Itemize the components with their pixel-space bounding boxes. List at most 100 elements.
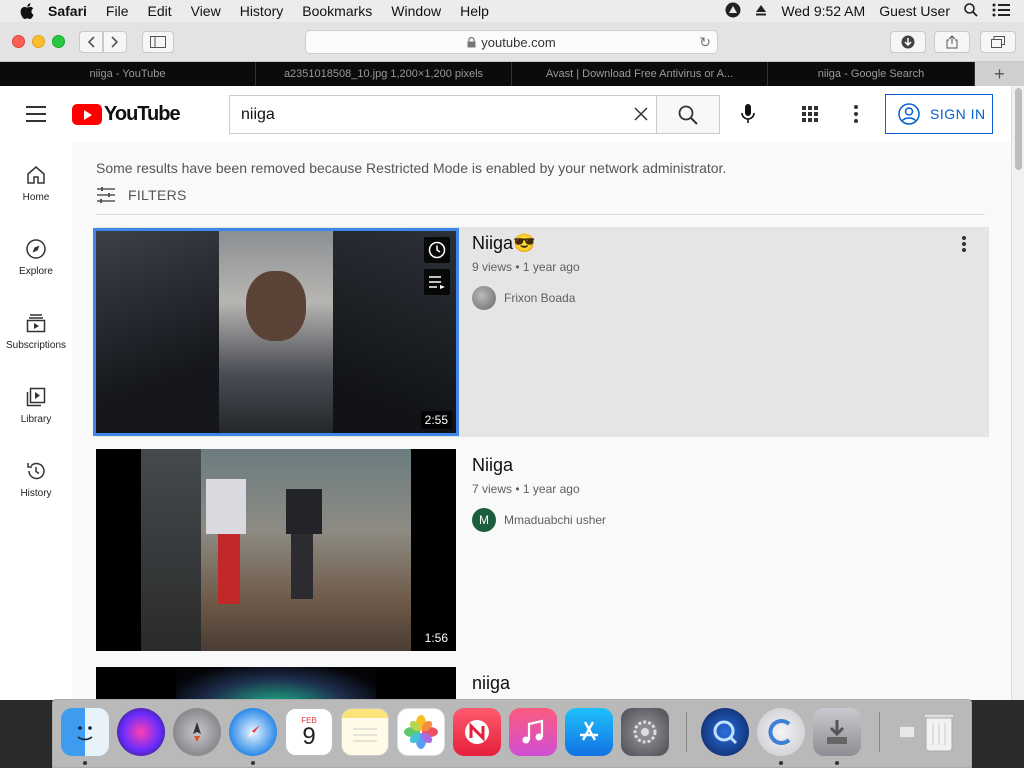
video-thumbnail[interactable]: 1:56: [96, 449, 456, 651]
lock-icon: [467, 36, 476, 47]
sign-in-label: SIGN IN: [930, 106, 986, 122]
channel-name[interactable]: Frixon Boada: [504, 291, 575, 305]
apple-icon[interactable]: [20, 3, 34, 19]
video-info: Niiga😎 9 views • 1 year ago Frixon Boada: [472, 233, 962, 310]
add-to-queue-button[interactable]: [424, 269, 450, 295]
tab-image[interactable]: a2351018508_10.jpg 1,200×1,200 pixels: [256, 62, 512, 86]
running-indicator: [779, 761, 783, 765]
menu-history[interactable]: History: [240, 3, 284, 19]
clock[interactable]: Wed 9:52 AM: [781, 3, 865, 19]
filters-button[interactable]: FILTERS: [96, 186, 187, 204]
video-title[interactable]: Niiga😎: [472, 233, 962, 254]
sign-in-button[interactable]: SIGN IN: [885, 94, 993, 134]
spotlight-search-icon[interactable]: [964, 2, 978, 20]
search-button[interactable]: [656, 95, 720, 134]
reload-icon[interactable]: ↻: [699, 34, 711, 51]
news-icon[interactable]: [453, 708, 501, 756]
tab-avast[interactable]: Avast | Download Free Antivirus or A...: [512, 62, 768, 86]
channel-link[interactable]: M Mmaduabchi usher: [472, 508, 962, 532]
new-tab-button[interactable]: +: [975, 62, 1024, 86]
launchpad-icon[interactable]: [173, 708, 221, 756]
video-title[interactable]: niiga: [472, 673, 962, 694]
window-close-button[interactable]: [12, 35, 25, 48]
channel-avatar[interactable]: M: [472, 508, 496, 532]
siri-icon[interactable]: [117, 708, 165, 756]
tab-title: a2351018508_10.jpg 1,200×1,200 pixels: [283, 68, 484, 80]
sidebar-toggle-button[interactable]: [142, 31, 174, 53]
meta-separator: •: [515, 482, 523, 496]
guide-item-home[interactable]: Home: [0, 164, 72, 203]
share-button[interactable]: [934, 31, 970, 53]
menu-help[interactable]: Help: [460, 3, 489, 19]
finder-icon[interactable]: [61, 708, 109, 756]
channel-name[interactable]: Mmaduabchi usher: [504, 513, 606, 527]
chevron-left-icon: [87, 36, 95, 48]
filters-label: FILTERS: [128, 187, 187, 203]
video-info: niiga: [472, 673, 962, 694]
music-icon[interactable]: [509, 708, 557, 756]
dock-separator: [879, 712, 880, 752]
view-count: 7 views: [472, 482, 513, 496]
quicktime-icon[interactable]: [701, 708, 749, 756]
tab-google[interactable]: niiga - Google Search: [768, 62, 975, 86]
video-result[interactable]: 1:56 Niiga 7 views • 1 year ago M Mmadua…: [96, 449, 989, 651]
more-options-icon[interactable]: [846, 102, 866, 126]
menu-file[interactable]: File: [106, 3, 129, 19]
guide-item-subscriptions[interactable]: Subscriptions: [0, 312, 72, 351]
tabs-icon: [991, 36, 1005, 48]
back-button[interactable]: [79, 31, 103, 53]
dock: FEB 9: [52, 699, 972, 768]
menu-edit[interactable]: Edit: [147, 3, 171, 19]
watch-later-button[interactable]: [424, 237, 450, 263]
video-duration: 1:56: [420, 629, 452, 647]
divider: [96, 214, 985, 215]
app-store-icon[interactable]: [565, 708, 613, 756]
window-zoom-button[interactable]: [52, 35, 65, 48]
calendar-icon[interactable]: FEB 9: [285, 708, 333, 756]
apps-grid-icon[interactable]: [798, 102, 822, 126]
menu-icon[interactable]: [26, 106, 46, 122]
notification-center-icon[interactable]: [992, 3, 1010, 20]
user-menu[interactable]: Guest User: [879, 3, 950, 19]
video-result[interactable]: 2:55 Niiga😎 9 views • 1 year ago Frixon …: [93, 227, 989, 437]
account-icon: [898, 103, 920, 125]
menu-view[interactable]: View: [191, 3, 221, 19]
scrollbar-thumb[interactable]: [1015, 88, 1022, 170]
downloads-button[interactable]: [890, 31, 926, 53]
installer-icon[interactable]: [813, 708, 861, 756]
menu-app-name[interactable]: Safari: [48, 3, 87, 19]
channel-avatar[interactable]: [472, 286, 496, 310]
tab-title: niiga - YouTube: [89, 68, 166, 80]
eject-icon[interactable]: [755, 3, 767, 19]
forward-button[interactable]: [103, 31, 127, 53]
guide-item-history[interactable]: History: [0, 460, 72, 499]
guide-item-library[interactable]: Library: [0, 386, 72, 425]
ccleaner-icon[interactable]: [757, 708, 805, 756]
video-duration: 2:55: [420, 411, 452, 429]
safari-dock-icon[interactable]: [229, 708, 277, 756]
page-scrollbar[interactable]: [1011, 86, 1024, 700]
channel-link[interactable]: Frixon Boada: [472, 286, 962, 310]
vpn-status-icon[interactable]: [725, 2, 741, 21]
tab-youtube[interactable]: niiga - YouTube: [0, 62, 256, 86]
notes-icon[interactable]: [341, 708, 389, 756]
address-bar[interactable]: youtube.com ↻: [305, 30, 718, 54]
menu-window[interactable]: Window: [391, 3, 441, 19]
guide-item-explore[interactable]: Explore: [0, 238, 72, 277]
system-preferences-icon[interactable]: [621, 708, 669, 756]
video-result[interactable]: niiga: [96, 667, 989, 700]
video-thumbnail[interactable]: 2:55: [93, 228, 459, 436]
clear-search-icon[interactable]: [634, 104, 648, 127]
photos-icon[interactable]: [397, 708, 445, 756]
video-title[interactable]: Niiga: [472, 455, 962, 476]
tab-overview-button[interactable]: [980, 31, 1016, 53]
youtube-logo[interactable]: YouTube: [72, 103, 181, 126]
video-options-icon[interactable]: [961, 235, 967, 253]
download-icon: [901, 35, 915, 49]
voice-search-button[interactable]: [734, 100, 762, 128]
video-thumbnail[interactable]: [96, 667, 456, 700]
trash-icon[interactable]: [915, 708, 963, 756]
search-input[interactable]: niiga: [229, 95, 656, 134]
menu-bookmarks[interactable]: Bookmarks: [302, 3, 372, 19]
window-minimize-button[interactable]: [32, 35, 45, 48]
